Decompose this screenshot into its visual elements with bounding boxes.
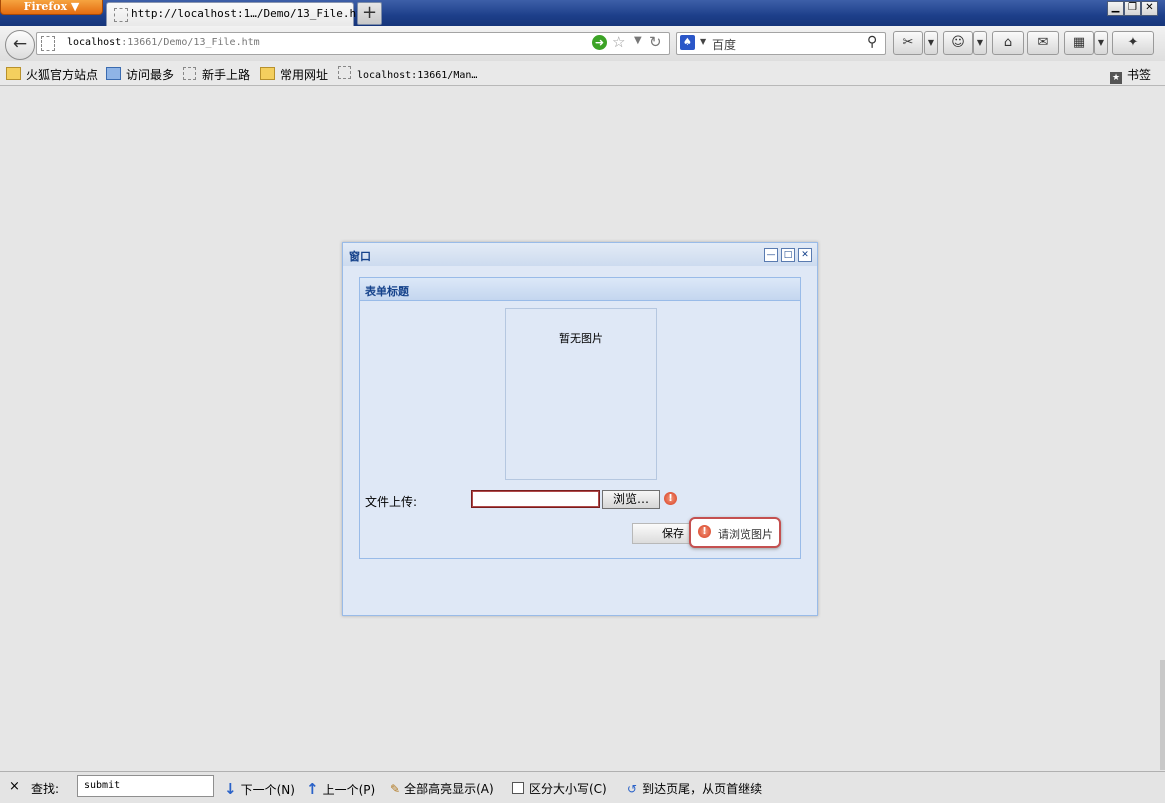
search-icon[interactable]: ⚲ (867, 34, 877, 50)
history-icon (106, 67, 121, 80)
minimize-icon[interactable]: — (764, 248, 778, 262)
bookmarks-star-icon: ★ (1110, 72, 1122, 84)
bookmarks-menu-label: 书签 (1127, 68, 1152, 82)
highlight-all-label: 全部高亮显示(A) (404, 782, 494, 796)
find-next-button[interactable]: ↓ 下一个(N) (224, 780, 295, 798)
find-bar: × 查找: submit ↓ 下一个(N) ↑ 上一个(P) ✎ 全部高亮显示(A) … (0, 771, 1165, 803)
dialog-header[interactable]: 窗口 — □ ✕ (343, 243, 817, 266)
browser-tab[interactable]: http://localhost:1…/Demo/13_File.htm (106, 2, 369, 27)
find-status: ↺ 到达页尾，从页首继续 (627, 780, 762, 797)
search-box[interactable]: ♠ ▼ 百度 ⚲ (676, 32, 886, 55)
chevron-down-icon[interactable]: ▼ (924, 31, 938, 55)
bookmark-label: 火狐官方站点 (26, 68, 99, 82)
mail-icon[interactable]: ✉ (1027, 31, 1059, 55)
chevron-down-icon[interactable]: ▼ (1094, 31, 1108, 55)
find-label: 查找: (31, 782, 60, 796)
arrow-up-icon: ↑ (306, 780, 319, 798)
close-icon[interactable]: ✕ (798, 248, 812, 262)
highlighter-icon: ✎ (390, 782, 401, 796)
form-fieldset: 表单标题 暂无图片 文件上传: 浏览… ! 保存 ! 请浏览图片 (359, 277, 801, 559)
match-case-checkbox[interactable]: 区分大小写(C) (512, 780, 607, 797)
new-tab-button[interactable]: + (357, 2, 382, 25)
url-host: localhost (67, 37, 122, 48)
page-icon (338, 66, 351, 79)
dialog-title: 窗口 (349, 250, 371, 263)
chevron-down-icon[interactable]: ▼ (973, 31, 987, 55)
bookmark-item[interactable]: 新手上路 (183, 66, 250, 83)
folder-icon (260, 67, 275, 80)
find-input[interactable]: submit (77, 775, 214, 797)
bookmark-item[interactable]: 常用网址 (260, 66, 328, 83)
screenshot-tool-icon[interactable]: ✂ (893, 31, 923, 55)
apps-grid-icon[interactable]: ▦ (1064, 31, 1094, 55)
folder-icon (6, 67, 21, 80)
close-icon[interactable]: × (9, 779, 20, 794)
bookmark-item[interactable]: localhost:13661/Man… (338, 66, 477, 81)
url-path: :13661/Demo/13_File.htm (121, 37, 260, 48)
firefox-menu-button[interactable]: Firefox ▼ (0, 0, 103, 15)
fieldset-header: 表单标题 (360, 278, 800, 301)
bookmark-label: 访问最多 (126, 68, 175, 82)
find-input-value: submit (84, 780, 121, 791)
image-preview: 暂无图片 (505, 308, 657, 480)
bookmark-item[interactable]: 访问最多 (106, 66, 174, 83)
history-dropdown-icon[interactable]: ▼ (634, 35, 642, 46)
page-icon (114, 8, 128, 22)
find-prev-button[interactable]: ↑ 上一个(P) (306, 780, 375, 798)
bookmark-label: 常用网址 (280, 68, 329, 82)
wrap-icon: ↺ (627, 782, 638, 796)
go-arrow-icon[interactable]: ➜ (592, 35, 607, 50)
file-path-input[interactable] (471, 490, 600, 508)
dialog-window: 窗口 — □ ✕ 表单标题 暂无图片 文件上传: 浏览… ! 保存 ! 请浏览图… (342, 242, 818, 616)
bookmark-label: 新手上路 (202, 68, 251, 82)
url-text: localhost:13661/Demo/13_File.htm (67, 37, 260, 48)
save-label: 保存 (662, 527, 684, 540)
tooltip-text: 请浏览图片 (718, 528, 773, 541)
home-icon[interactable]: ⌂ (992, 31, 1024, 55)
address-bar[interactable]: localhost:13661/Demo/13_File.htm ➜ ☆ ▼ ↻ (36, 32, 670, 55)
bookmarks-toolbar (0, 61, 1165, 86)
find-prev-label: 上一个(P) (322, 783, 376, 797)
find-next-label: 下一个(N) (240, 783, 295, 797)
bookmarks-menu[interactable]: ★ 书签 (1110, 66, 1151, 84)
restore-button[interactable]: ❐ (1124, 1, 1141, 16)
bookmark-label: localhost:13661/Man… (357, 70, 478, 81)
page-icon (183, 67, 196, 80)
find-status-text: 到达页尾，从页首继续 (642, 782, 763, 796)
error-icon: ! (664, 492, 677, 505)
minimize-button[interactable]: ▁ (1107, 1, 1124, 16)
scrollbar[interactable] (1160, 660, 1165, 770)
match-case-label: 区分大小写(C) (529, 782, 607, 796)
reload-icon[interactable]: ↻ (649, 33, 662, 51)
validation-tooltip: ! 请浏览图片 (689, 517, 781, 548)
arrow-down-icon: ↓ (224, 780, 237, 798)
chevron-down-icon[interactable]: ▼ (700, 37, 706, 46)
search-engine-icon[interactable]: ♠ (680, 35, 695, 50)
bookmark-item[interactable]: 火狐官方站点 (6, 66, 98, 83)
plugin-icon[interactable]: ✦ (1112, 31, 1154, 55)
no-image-text: 暂无图片 (559, 332, 603, 345)
maximize-icon[interactable]: □ (781, 248, 795, 262)
page-icon (41, 36, 55, 51)
error-icon: ! (698, 525, 711, 538)
fieldset-title: 表单标题 (365, 285, 409, 298)
checkbox-icon (512, 782, 524, 794)
search-input[interactable]: 百度 (712, 36, 736, 53)
highlight-all-button[interactable]: ✎ 全部高亮显示(A) (390, 780, 494, 797)
addon-smiley-icon[interactable]: ☺ (943, 31, 973, 55)
bookmark-star-icon[interactable]: ☆ (612, 33, 625, 51)
close-window-button[interactable]: ✕ (1141, 1, 1158, 16)
tab-title: http://localhost:1…/Demo/13_File.htm (131, 7, 370, 20)
browse-button[interactable]: 浏览… (602, 490, 660, 509)
upload-label: 文件上传: (365, 495, 418, 509)
back-button[interactable]: ← (5, 30, 35, 60)
